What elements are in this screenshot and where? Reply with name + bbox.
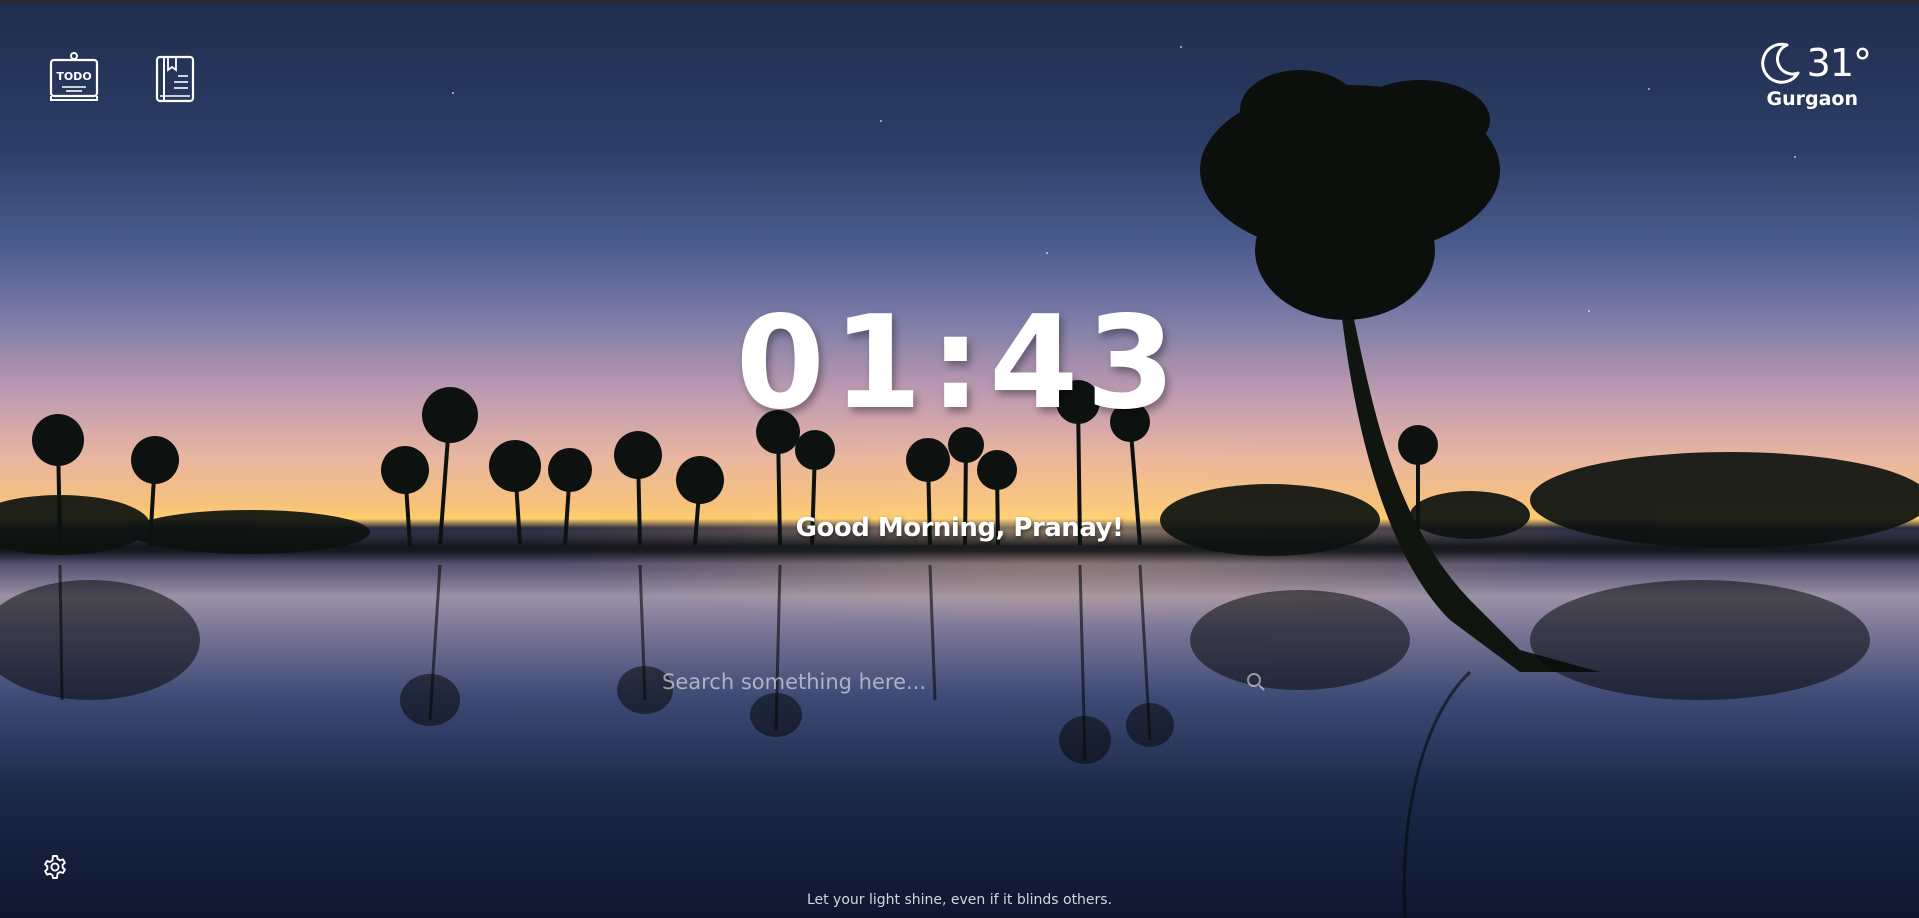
quote-text: Let your light shine, even if it blinds … [806, 892, 1113, 908]
svg-text:TODO: TODO [56, 70, 91, 83]
gear-icon[interactable] [42, 854, 68, 880]
search-input[interactable] [650, 662, 1270, 702]
greeting-text: Good Morning, Pranay! [795, 513, 1124, 543]
temperature-value: 31° [1806, 41, 1872, 85]
new-tab-page: TODO 31° Gurgaon 01:43 Good Morning, Pra… [0, 0, 1919, 918]
weather-city: Gurgaon [1766, 88, 1859, 110]
moon-icon [1760, 42, 1800, 84]
search-bar[interactable] [650, 662, 1270, 702]
weather-widget[interactable]: 31° Gurgaon [1757, 40, 1872, 110]
search-icon[interactable] [1246, 672, 1266, 692]
clock-time: 01:43 [735, 289, 1184, 438]
notebook-icon[interactable] [154, 54, 198, 104]
todo-note-icon[interactable]: TODO [48, 52, 102, 104]
palm-silhouettes [0, 70, 1919, 918]
